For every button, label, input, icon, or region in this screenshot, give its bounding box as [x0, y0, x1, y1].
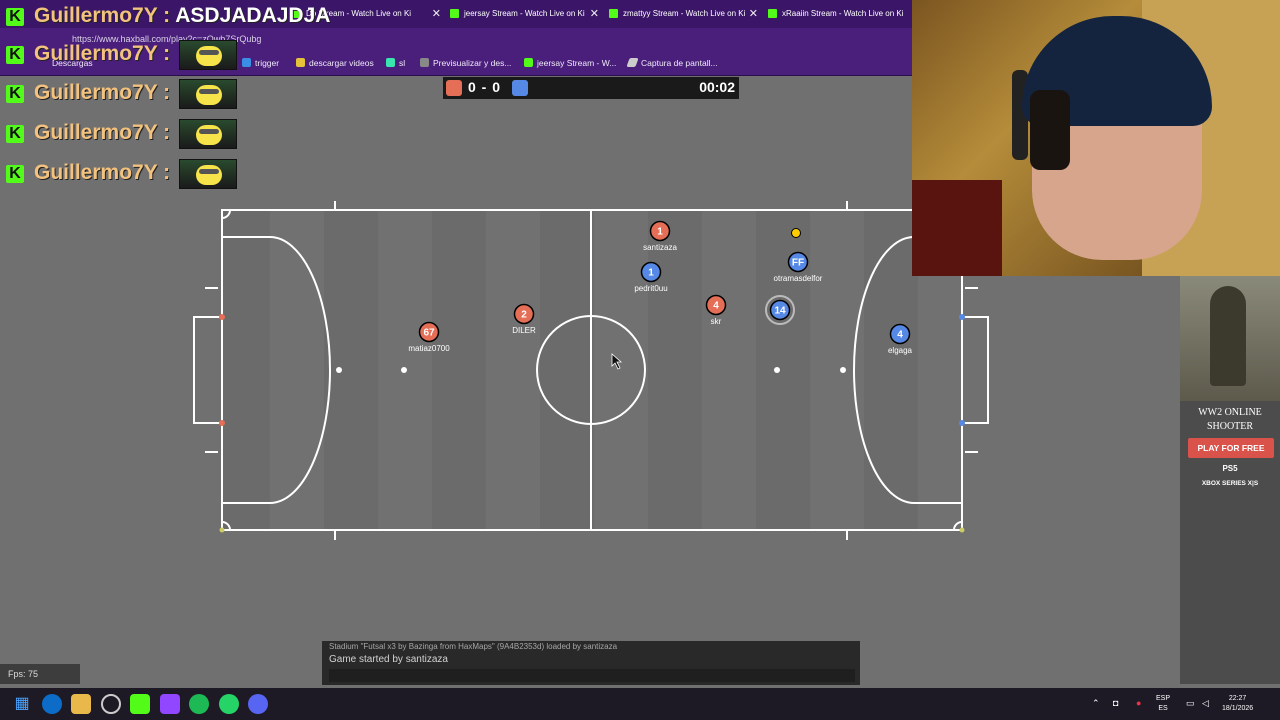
- chat-log-line: Game started by santizaza: [329, 654, 448, 665]
- player-name: DILER: [512, 326, 536, 335]
- player-number: 1: [648, 268, 654, 279]
- chat-input[interactable]: [329, 669, 855, 682]
- discord-icon[interactable]: [248, 694, 268, 714]
- player-name: matiaz0700: [408, 344, 450, 353]
- separator: :: [163, 42, 171, 65]
- red-team-badge: [446, 80, 462, 96]
- separator: :: [163, 4, 171, 27]
- webcam-feed: [912, 0, 1280, 276]
- kick-icon: K: [6, 8, 24, 26]
- windows-start-icon[interactable]: ▦: [12, 694, 32, 714]
- kick-icon: K: [6, 165, 24, 183]
- webcam-chair: [912, 180, 1002, 276]
- file-explorer-icon[interactable]: [71, 694, 91, 714]
- volume-icon[interactable]: ◁: [1202, 698, 1209, 709]
- screen: Do Stream - Watch Live on Ki ✕ jeersay St…: [0, 0, 1280, 720]
- player-name: otramasdelfor: [774, 274, 823, 283]
- twitch-icon[interactable]: [160, 694, 180, 714]
- username-text: Guillermo7Y: [34, 121, 158, 144]
- player-name: pedrit0uu: [634, 284, 667, 293]
- clock[interactable]: 22:27 18/1/2026: [1222, 694, 1253, 714]
- player-number: FF: [792, 258, 804, 269]
- score-text: 0 - 0: [468, 79, 502, 95]
- clock-time: 22:27: [1228, 695, 1247, 702]
- kick-icon: K: [6, 125, 24, 143]
- separator: :: [163, 121, 171, 144]
- player-name: elgaga: [888, 346, 913, 355]
- ball: [791, 228, 801, 238]
- separator: :: [163, 81, 171, 104]
- chat-username: Guillermo7Y : ASDJADAJDJA: [34, 4, 330, 28]
- chat-message: ASDJADAJDJA: [175, 4, 331, 27]
- scoreboard: 0 - 0 00:02: [443, 77, 739, 99]
- side-advert[interactable]: WW2 ONLINE SHOOTER PLAY FOR FREE PS5 XBO…: [1180, 276, 1280, 684]
- network-icon[interactable]: ▭: [1186, 698, 1195, 709]
- separator: :: [163, 161, 171, 184]
- chat-username: Guillermo7Y :: [34, 121, 170, 145]
- minion-emote-icon: [179, 40, 237, 70]
- play-for-free-button[interactable]: PLAY FOR FREE: [1188, 438, 1274, 458]
- username-text: Guillermo7Y: [34, 4, 158, 27]
- blue-team-badge: [512, 80, 528, 96]
- edge-icon[interactable]: [42, 694, 62, 714]
- player-number: 4: [713, 301, 719, 312]
- chat-username: Guillermo7Y :: [34, 161, 170, 185]
- chat-overlay-line: K Guillermo7Y :: [0, 77, 240, 111]
- kick-icon: K: [6, 46, 24, 64]
- username-text: Guillermo7Y: [34, 81, 158, 104]
- lang-bottom: ES: [1158, 705, 1168, 712]
- game-chat: Stadium "Futsal x3 by Bazinga from HaxMa…: [322, 641, 860, 685]
- minion-emote-icon: [179, 159, 237, 189]
- soldier-image: [1180, 276, 1280, 401]
- fps-counter: Fps: 75: [0, 664, 80, 684]
- chat-username: Guillermo7Y :: [34, 42, 170, 66]
- player-name: santizaza: [643, 243, 677, 252]
- game-timer: 00:02: [699, 79, 735, 95]
- player-blue-self[interactable]: 14: [765, 295, 795, 325]
- chevron-up-icon[interactable]: ⌃: [1092, 698, 1100, 709]
- settings-icon[interactable]: [101, 694, 121, 714]
- username-text: Guillermo7Y: [34, 161, 158, 184]
- chat-log-line: Stadium "Futsal x3 by Bazinga from HaxMa…: [329, 642, 618, 651]
- player-number: 2: [521, 310, 527, 321]
- kick-icon: K: [6, 85, 24, 103]
- player-name: skr: [711, 317, 722, 326]
- streamer-hair: [1030, 90, 1070, 170]
- player-red[interactable]: 2 DILER: [512, 303, 536, 336]
- windows-taskbar: ▦ ⌃ ◘ ● ESP ES ▭ ◁ 22:27 18/1/2026: [0, 688, 1280, 720]
- lang-top: ESP: [1156, 695, 1171, 702]
- chat-overlay-line: K Guillermo7Y : ASDJADAJDJA: [0, 0, 330, 34]
- clock-date: 18/1/2026: [1222, 705, 1254, 712]
- minion-emote-icon: [179, 79, 237, 109]
- whatsapp-icon[interactable]: [219, 694, 239, 714]
- player-number: 1: [657, 227, 663, 238]
- ps5-logo: PS5: [1222, 464, 1238, 473]
- player-number: 67: [423, 328, 435, 339]
- game-controller-icon[interactable]: ◘: [1113, 698, 1118, 708]
- player-number: 14: [774, 306, 786, 317]
- microphone-icon[interactable]: ●: [1136, 698, 1141, 708]
- kick-icon[interactable]: [130, 694, 150, 714]
- player-number: 4: [897, 330, 903, 341]
- minion-emote-icon: [179, 119, 237, 149]
- xbox-logo: XBOX SERIES X|S: [1201, 480, 1259, 487]
- chat-username: Guillermo7Y :: [34, 81, 170, 105]
- spotify-icon[interactable]: [189, 694, 209, 714]
- chat-overlay-line: K Guillermo7Y :: [0, 117, 240, 151]
- language-indicator[interactable]: ESP ES: [1156, 694, 1170, 714]
- chat-overlay-line: K Guillermo7Y :: [0, 38, 240, 72]
- username-text: Guillermo7Y: [34, 42, 158, 65]
- chat-overlay-line: K Guillermo7Y :: [0, 157, 240, 191]
- ad-title: WW2 ONLINE SHOOTER: [1198, 407, 1262, 432]
